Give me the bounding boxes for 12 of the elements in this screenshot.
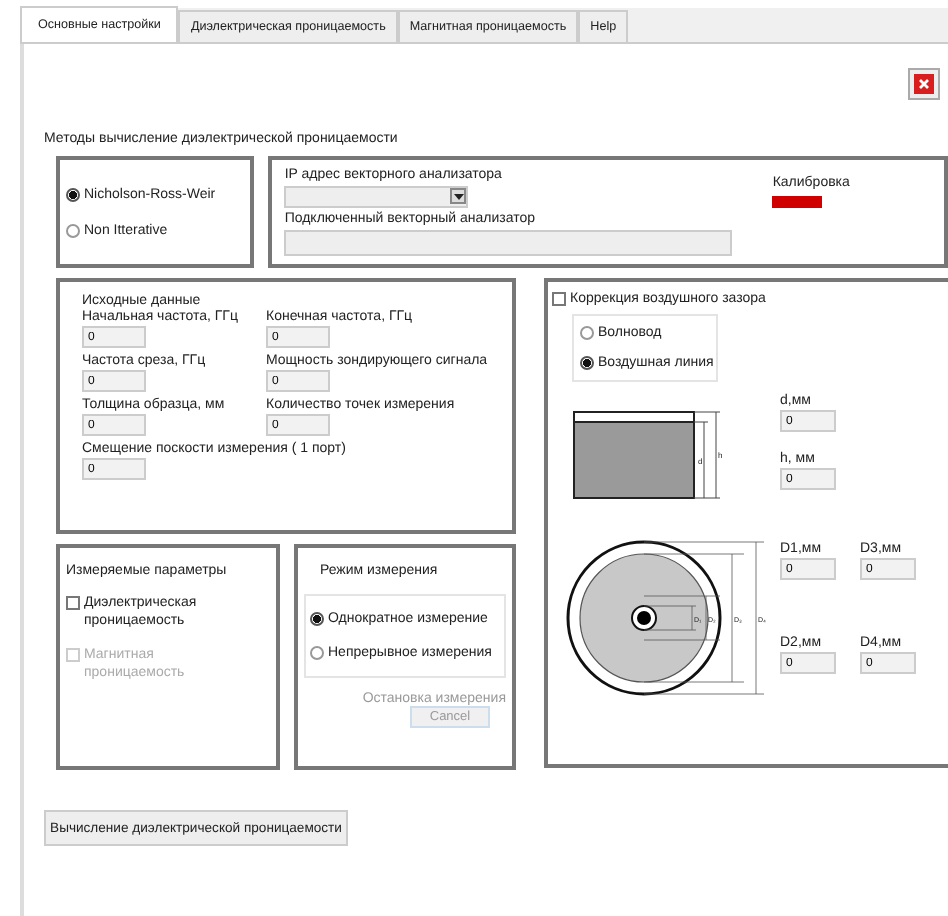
radio-icon[interactable] bbox=[66, 187, 80, 201]
ip-dropdown[interactable] bbox=[284, 186, 469, 208]
radio-icon[interactable] bbox=[310, 612, 324, 626]
radio-icon[interactable] bbox=[310, 646, 324, 660]
close-button[interactable] bbox=[908, 68, 940, 100]
radio-icon[interactable] bbox=[66, 223, 80, 237]
checkbox-icon[interactable] bbox=[552, 292, 566, 306]
checkbox-icon[interactable] bbox=[66, 596, 80, 610]
analyzer-field[interactable] bbox=[284, 229, 733, 256]
radio-icon[interactable] bbox=[580, 326, 594, 340]
caret-icon bbox=[450, 188, 467, 204]
radio-icon[interactable] bbox=[580, 356, 594, 370]
